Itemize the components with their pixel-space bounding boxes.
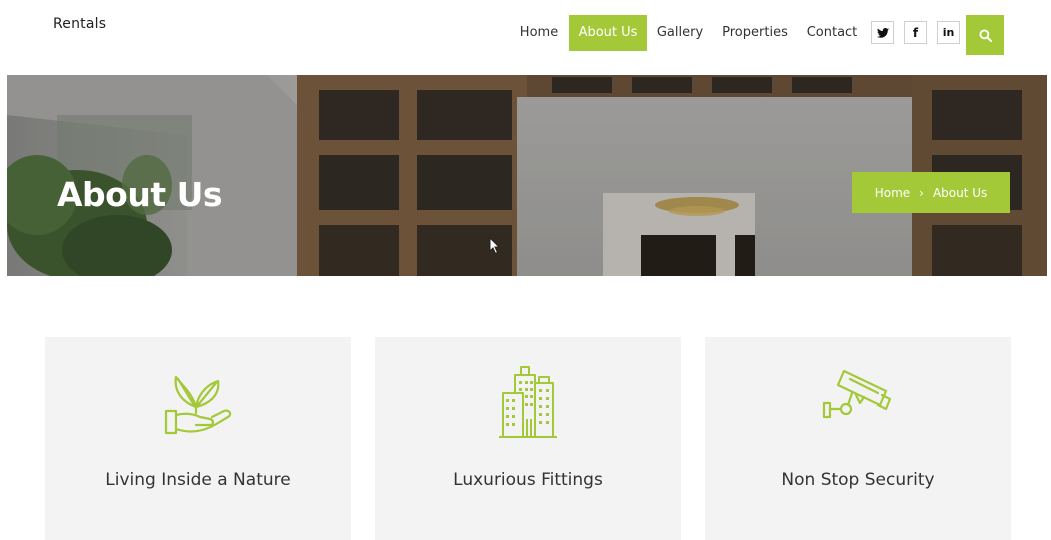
feature-card-security[interactable]: Non Stop Security bbox=[705, 337, 1011, 540]
nav-home[interactable]: Home bbox=[512, 15, 566, 51]
plant-in-hand-icon bbox=[164, 375, 232, 435]
page-banner: About Us Home › About Us bbox=[7, 75, 1047, 276]
mouse-cursor-icon bbox=[489, 237, 501, 255]
feature-label: Luxurious Fittings bbox=[453, 470, 603, 490]
feature-label: Non Stop Security bbox=[781, 470, 935, 490]
nav-gallery[interactable]: Gallery bbox=[652, 15, 708, 51]
twitter-button[interactable] bbox=[871, 21, 894, 44]
nav-properties[interactable]: Properties bbox=[718, 15, 792, 51]
breadcrumb-current: About Us bbox=[932, 185, 988, 200]
search-icon bbox=[978, 28, 992, 42]
page-title: About Us bbox=[57, 175, 223, 214]
breadcrumb-separator: › bbox=[919, 185, 924, 200]
buildings-icon bbox=[499, 366, 557, 438]
feature-card-fittings[interactable]: Luxurious Fittings bbox=[375, 337, 681, 540]
feature-card-nature[interactable]: Living Inside a Nature bbox=[45, 337, 351, 540]
search-button[interactable] bbox=[966, 15, 1004, 55]
nav-contact[interactable]: Contact bbox=[802, 15, 862, 51]
breadcrumb-home-link[interactable]: Home bbox=[875, 186, 910, 200]
linkedin-button[interactable]: in bbox=[937, 21, 960, 44]
feature-label: Living Inside a Nature bbox=[105, 470, 291, 490]
breadcrumb: Home › About Us bbox=[852, 172, 1010, 213]
linkedin-icon: in bbox=[942, 26, 955, 39]
facebook-button[interactable]: f bbox=[904, 21, 927, 44]
nav-about-us[interactable]: About Us bbox=[569, 15, 647, 51]
security-camera-icon bbox=[822, 369, 892, 419]
facebook-icon: f bbox=[912, 25, 919, 40]
twitter-icon bbox=[876, 27, 889, 38]
